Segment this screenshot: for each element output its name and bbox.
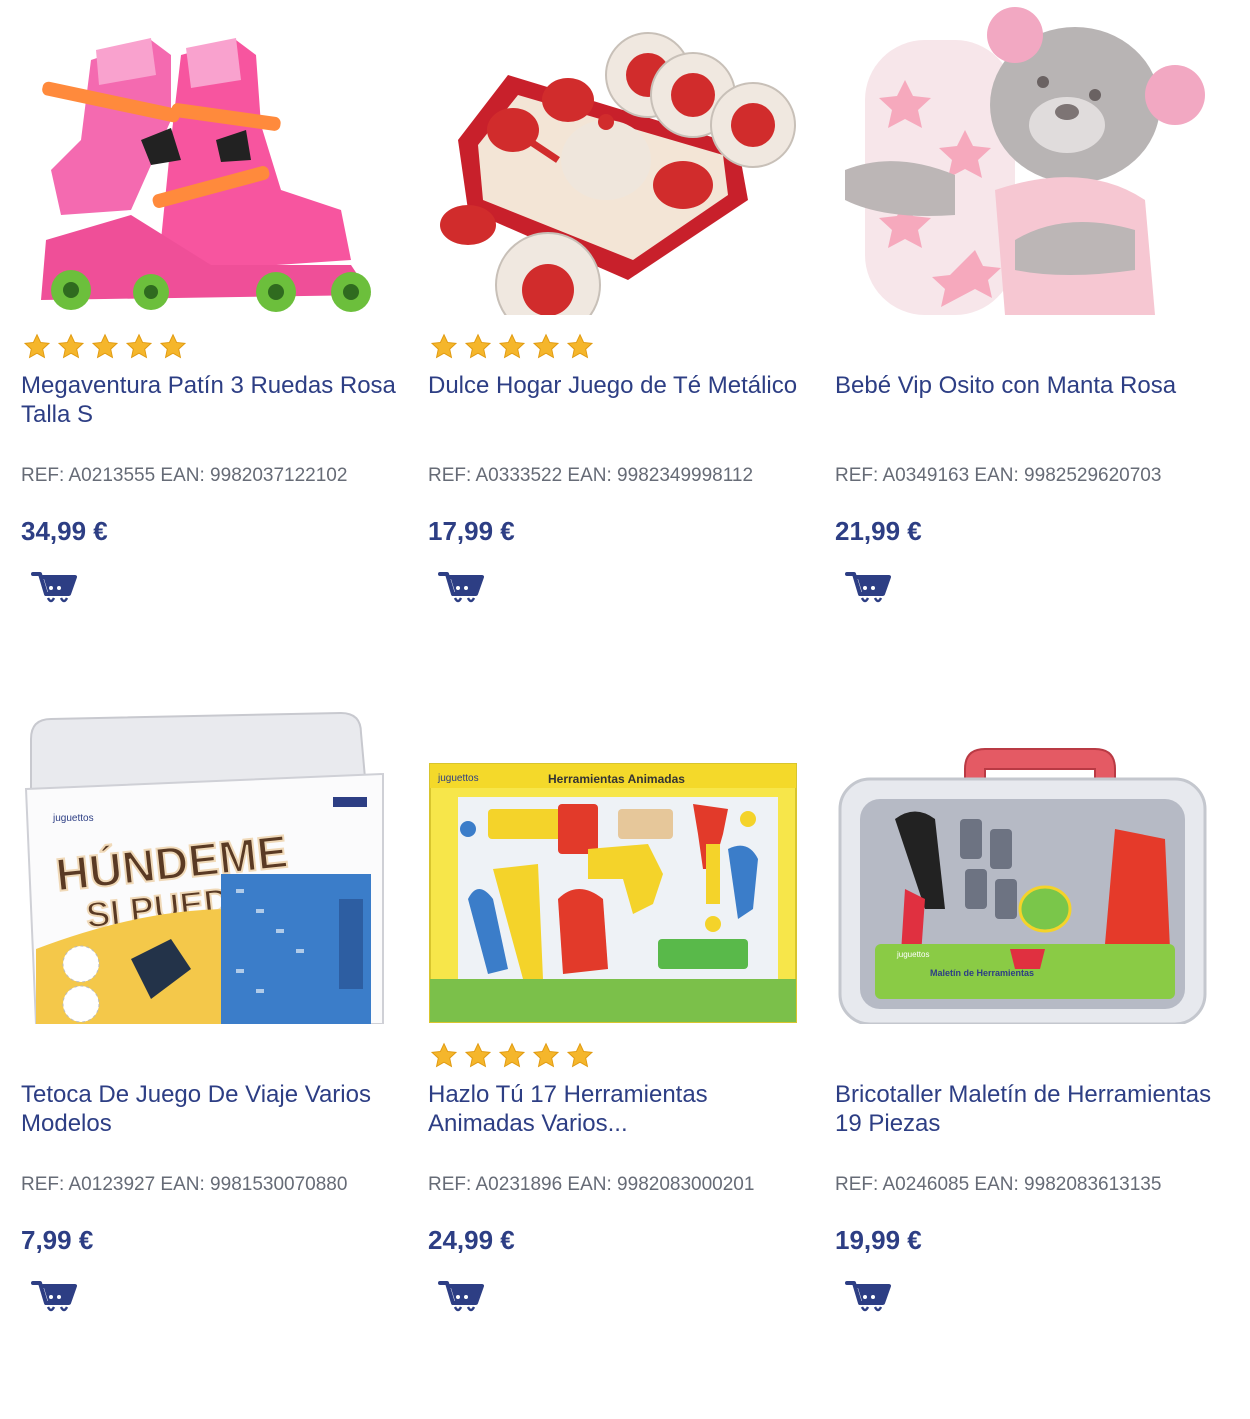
product-card[interactable]: juguettos HÚNDEME SI PUEDES Tetoca De Ju… [21, 709, 401, 1349]
rating-stars [23, 333, 187, 361]
star-icon [430, 333, 458, 359]
product-ref: REF: A0349163 EAN: 9982529620703 [835, 465, 1162, 486]
product-card[interactable]: juguettos Herramientas Animadas Hazlo Tú… [428, 709, 808, 1349]
shopping-cart-icon [438, 1281, 484, 1312]
product-title[interactable]: Megaventura Patín 3 Ruedas Rosa Talla S [21, 371, 401, 429]
box-title: Maletín de Herramientas [930, 968, 1034, 978]
product-ref: REF: A0333522 EAN: 9982349998112 [428, 465, 754, 486]
add-to-cart-button[interactable] [31, 1276, 79, 1316]
shopping-cart-icon [31, 1281, 77, 1312]
add-to-cart-button[interactable] [438, 1276, 486, 1316]
shopping-cart-icon [438, 572, 484, 603]
star-icon [430, 1042, 458, 1068]
product-title[interactable]: Tetoca De Juego De Viaje Varios Modelos [21, 1080, 401, 1138]
brand-label: juguettos [896, 950, 929, 959]
star-icon [566, 333, 594, 359]
star-icon [532, 1042, 560, 1068]
star-icon [464, 333, 492, 359]
product-price: 24,99 € [428, 1225, 515, 1255]
box-title: Herramientas Animadas [548, 772, 685, 786]
brand-label: juguettos [437, 773, 479, 784]
product-card[interactable]: Maletín de Herramientas juguettos Bricot… [835, 709, 1215, 1349]
star-icon [464, 1042, 492, 1068]
star-icon [498, 1042, 526, 1068]
product-ref: REF: A0246085 EAN: 9982083613135 [835, 1174, 1162, 1195]
star-icon [23, 333, 51, 359]
add-to-cart-button[interactable] [845, 1276, 893, 1316]
shopping-cart-icon [845, 572, 891, 603]
product-price: 21,99 € [835, 516, 922, 546]
tea-set-image [440, 32, 796, 315]
star-icon [566, 1042, 594, 1068]
product-ref: REF: A0213555 EAN: 9982037122102 [21, 465, 348, 486]
product-price: 34,99 € [21, 516, 108, 546]
add-to-cart-button[interactable] [31, 567, 79, 607]
product-ref: REF: A0123927 EAN: 9981530070880 [21, 1174, 348, 1195]
product-price: 19,99 € [835, 1225, 922, 1255]
product-card[interactable]: Bebé Vip Osito con Manta Rosa REF: A0349… [835, 0, 1215, 640]
product-title[interactable]: Dulce Hogar Juego de Té Metálico [428, 371, 808, 400]
product-image[interactable]: juguettos Herramientas Animadas [428, 709, 808, 1024]
brand-label: juguettos [52, 813, 94, 824]
product-card[interactable]: Megaventura Patín 3 Ruedas Rosa Talla S … [21, 0, 401, 640]
product-card[interactable]: Dulce Hogar Juego de Té Metálico REF: A0… [428, 0, 808, 640]
product-image[interactable]: juguettos HÚNDEME SI PUEDES [21, 709, 401, 1024]
product-image[interactable]: Maletín de Herramientas juguettos [835, 709, 1215, 1024]
product-title[interactable]: Bricotaller Maletín de Herramientas 19 P… [835, 1080, 1215, 1138]
product-image[interactable] [428, 0, 808, 315]
product-title[interactable]: Hazlo Tú 17 Herramientas Animadas Varios… [428, 1080, 808, 1138]
shopping-cart-icon [31, 572, 77, 603]
tools-set-image: juguettos Herramientas Animadas [429, 763, 797, 1023]
shopping-cart-icon [845, 1281, 891, 1312]
star-icon [57, 333, 85, 359]
product-image[interactable] [21, 0, 401, 315]
product-title[interactable]: Bebé Vip Osito con Manta Rosa [835, 371, 1215, 400]
product-ref: REF: A0231896 EAN: 9982083000201 [428, 1174, 755, 1195]
product-grid: Megaventura Patín 3 Ruedas Rosa Talla S … [0, 0, 1250, 1419]
star-icon [159, 333, 187, 359]
hundeme-game-image: juguettos HÚNDEME SI PUEDES [24, 711, 384, 1024]
product-price: 7,99 € [21, 1225, 94, 1255]
star-icon [498, 333, 526, 359]
roller-skates-image [41, 38, 371, 312]
rating-stars [430, 1042, 594, 1070]
product-price: 17,99 € [428, 516, 515, 546]
tool-case-image: Maletín de Herramientas juguettos [838, 748, 1207, 1024]
add-to-cart-button[interactable] [845, 567, 893, 607]
star-icon [532, 333, 560, 359]
rating-stars [430, 333, 594, 361]
star-icon [125, 333, 153, 359]
teddy-bear-image [845, 7, 1205, 315]
add-to-cart-button[interactable] [438, 567, 486, 607]
star-icon [91, 333, 119, 359]
product-image[interactable] [835, 0, 1215, 315]
